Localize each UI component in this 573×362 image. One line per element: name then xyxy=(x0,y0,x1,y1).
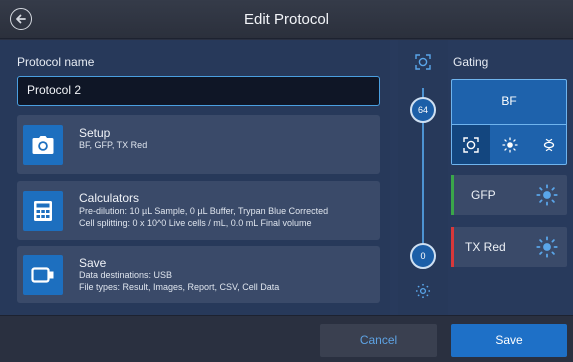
light-icon[interactable] xyxy=(535,183,559,207)
channel-bf-label: BF xyxy=(501,94,517,108)
setup-card[interactable]: Setup BF, GFP, TX Red xyxy=(17,115,380,174)
main-content: Protocol name Protocol 2 Setup BF, GFP, … xyxy=(0,40,573,315)
channel-gfp-color-bar xyxy=(451,175,454,215)
calculators-detail-1: Pre-dilution: 10 µL Sample, 0 µL Buffer,… xyxy=(79,206,329,216)
channel-gfp-label: GFP xyxy=(471,188,496,202)
page-title: Edit Protocol xyxy=(243,11,330,28)
camera-icon xyxy=(23,125,63,165)
usb-drive-icon xyxy=(23,255,63,295)
bf-light-mode-button[interactable] xyxy=(491,125,529,164)
save-card[interactable]: Save Data destinations: USB File types: … xyxy=(17,246,380,303)
contrast-icon xyxy=(543,138,555,151)
calculators-card[interactable]: Calculators Pre-dilution: 10 µL Sample, … xyxy=(17,181,380,240)
setup-title: Setup xyxy=(79,126,111,140)
slider-knob-top[interactable]: 64 xyxy=(410,97,436,123)
light-icon xyxy=(502,136,518,153)
focus-frame-icon xyxy=(463,136,479,153)
protocol-name-label: Protocol name xyxy=(17,55,95,69)
save-title: Save xyxy=(79,256,107,270)
channel-tx-red-color-bar xyxy=(451,227,454,267)
focus-frame-icon xyxy=(415,54,431,70)
cancel-button[interactable]: Cancel xyxy=(320,324,437,357)
title-bar: Edit Protocol xyxy=(0,0,573,39)
save-button[interactable]: Save xyxy=(451,324,567,357)
footer-bar: Cancel Save xyxy=(0,315,573,362)
dim-light-icon xyxy=(415,283,431,299)
channel-tx-red[interactable]: TX Red xyxy=(451,227,567,267)
bf-focus-mode-button[interactable] xyxy=(452,125,490,164)
save-file-types: File types: Result, Images, Report, CSV,… xyxy=(79,282,280,292)
save-destinations: Data destinations: USB xyxy=(79,270,173,280)
gating-panel: Gating BF GFP TX Red xyxy=(451,40,573,315)
gating-label: Gating xyxy=(453,55,489,69)
protocol-panel: Protocol name Protocol 2 Setup BF, GFP, … xyxy=(0,40,390,315)
bf-contrast-mode-button[interactable] xyxy=(530,125,568,164)
setup-detail: BF, GFP, TX Red xyxy=(79,140,148,150)
light-icon[interactable] xyxy=(535,235,559,259)
calculator-icon xyxy=(23,191,63,231)
protocol-name-input[interactable]: Protocol 2 xyxy=(17,76,380,106)
calculators-detail-2: Cell splitting: 0 x 10^0 Live cells / mL… xyxy=(79,218,312,228)
calculators-title: Calculators xyxy=(79,191,140,205)
channel-gfp[interactable]: GFP xyxy=(451,175,567,215)
slider-knob-bottom[interactable]: 0 xyxy=(410,243,436,269)
channel-bf[interactable]: BF xyxy=(451,79,567,165)
channel-tx-red-label: TX Red xyxy=(465,240,506,254)
intensity-slider[interactable]: 64 0 xyxy=(398,40,448,315)
